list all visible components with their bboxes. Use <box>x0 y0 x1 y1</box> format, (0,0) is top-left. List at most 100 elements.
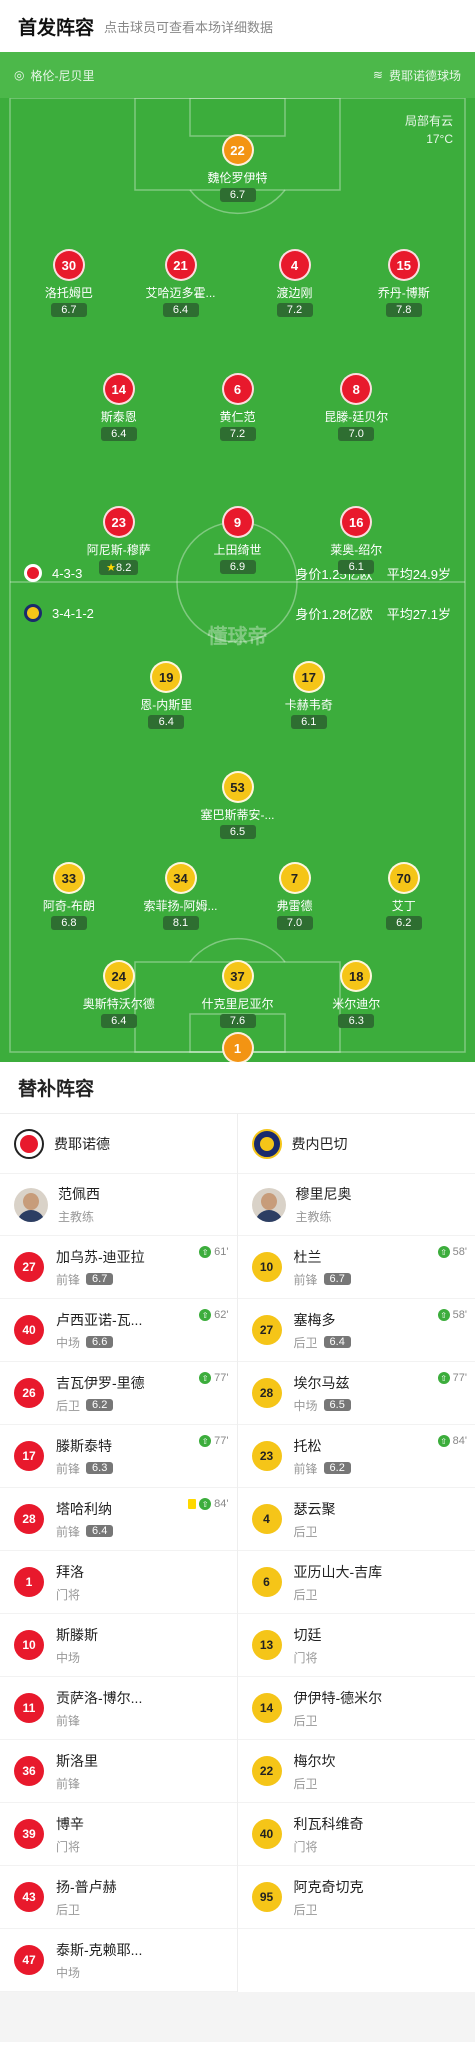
sub-player-row[interactable]: 1 拜洛 门将 <box>0 1551 237 1614</box>
sub-rating: 6.7 <box>323 1273 351 1285</box>
sub-in-minute: ⇧ 77' <box>199 1435 229 1447</box>
player-rating-value: 6.3 <box>348 1015 364 1027</box>
sub-position-line: 后卫 <box>294 1775 336 1792</box>
away-team-row[interactable]: 费内巴切 <box>237 1114 475 1174</box>
sub-info: 泰斯-克赖耶... 中场 <box>56 1940 142 1981</box>
sub-position: 门将 <box>293 1839 318 1854</box>
player[interactable]: 33 阿奇-布朗 6.8 <box>14 862 124 930</box>
player-rating-value: 6.1 <box>301 716 317 728</box>
sub-name: 斯洛里 <box>56 1752 98 1769</box>
sub-name: 梅尔坎 <box>293 1752 336 1769</box>
player-rating-value: 7.0 <box>286 917 303 929</box>
home-subs-column: 费耶诺德 范佩西 主教练 27 加乌苏-迪亚拉 前锋 6.7 ⇧ 61' 40 卢西亚诺-瓦.… <box>0 1114 238 1992</box>
player[interactable]: 70 艾丁 6.2 <box>349 862 459 930</box>
sub-info: 塞梅多 后卫 6.4 <box>294 1310 351 1351</box>
player[interactable]: 24 奥斯特沃尔德 6.4 <box>64 960 174 1028</box>
sub-player-row[interactable]: 39 博辛 门将 <box>0 1803 237 1866</box>
home-team-row[interactable]: 费耶诺德 <box>0 1114 237 1174</box>
sub-info: 斯滕斯 中场 <box>56 1625 98 1666</box>
player[interactable]: 6 黄仁范 7.2 <box>183 373 293 441</box>
sub-position: 后卫 <box>293 1776 318 1791</box>
player-rating-value: 7.8 <box>396 304 412 316</box>
sub-name: 埃尔马兹 <box>293 1374 350 1391</box>
sub-name: 塞梅多 <box>293 1311 336 1328</box>
sub-player-row[interactable]: 17 滕斯泰特 前锋 6.3 ⇧ 77' <box>0 1425 237 1488</box>
referee-icon: ◎ <box>14 68 25 82</box>
sub-player-row[interactable]: 36 斯洛里 前锋 <box>0 1740 237 1803</box>
weather-temperature: 17°C <box>426 132 453 146</box>
sub-position: 后卫 <box>293 1587 318 1602</box>
sub-position-line: 中场 6.5 <box>294 1397 351 1414</box>
sub-number: 22 <box>251 1756 282 1786</box>
sub-in-time: 77' <box>452 1372 467 1384</box>
player[interactable]: 4 渡边刚 7.2 <box>240 249 350 317</box>
sub-player-row[interactable]: 23 托松 前锋 6.2 ⇧ 84' <box>237 1425 475 1488</box>
sub-player-row[interactable]: 47 泰斯-克赖耶... 中场 <box>0 1929 237 1992</box>
sub-player-row[interactable]: 27 加乌苏-迪亚拉 前锋 6.7 ⇧ 61' <box>0 1236 237 1299</box>
player[interactable]: 8 昆滕-廷贝尔 7.0 <box>301 373 411 441</box>
sub-player-row[interactable]: 22 梅尔坎后卫 <box>237 1740 475 1803</box>
sub-player-row[interactable]: 28 塔哈利纳 前锋 6.4 ⇧ 84' <box>0 1488 237 1551</box>
player[interactable]: 37 什克里尼亚尔 7.6 <box>183 960 293 1028</box>
sub-name: 加乌苏-迪亚拉 <box>56 1248 145 1265</box>
coach-avatar <box>14 1187 48 1222</box>
sub-player-row[interactable]: 40 卢西亚诺-瓦... 中场 6.6 ⇧ 62' <box>0 1299 237 1362</box>
sub-player-row[interactable]: 11 贡萨洛-博尔... 前锋 <box>0 1677 237 1740</box>
sub-number: 27 <box>251 1315 282 1345</box>
player[interactable]: 7 弗雷德 7.0 <box>240 862 350 930</box>
sub-player-row[interactable]: 6 亚历山大-吉库 后卫 <box>237 1551 475 1614</box>
player-number: 19 <box>150 661 183 693</box>
sub-player-row[interactable]: 10 斯滕斯 中场 <box>0 1614 237 1677</box>
player-rating: 6.4 <box>148 715 185 729</box>
sub-player-row[interactable]: 43 扬-普卢赫 后卫 <box>0 1866 237 1929</box>
player[interactable]: 22 魏伦罗伊特 6.7 <box>183 134 293 202</box>
sub-player-row[interactable]: 27 塞梅多 后卫 6.4 ⇧ 58' <box>237 1299 475 1362</box>
player[interactable]: 18 米尔迪尔 6.3 <box>301 960 411 1028</box>
pitch: ◎ 格伦-尼贝里 ≋ 费耶诺德球场 局部有云 17°C 4-3-3 身价1.25… <box>0 52 475 1062</box>
player-name: 魏伦罗伊特 <box>207 171 268 185</box>
venue-bar: ◎ 格伦-尼贝里 ≋ 费耶诺德球场 <box>0 52 475 98</box>
player[interactable]: 14 斯泰恩 6.4 <box>64 373 174 441</box>
sub-rating: 6.7 <box>86 1273 114 1285</box>
sub-player-row[interactable]: 10 杜兰 前锋 6.7 ⇧ 58' <box>237 1236 475 1299</box>
sub-position: 前锋 <box>56 1524 81 1539</box>
player[interactable]: 9 上田绮世 6.9 <box>183 506 293 574</box>
sub-player-row[interactable]: 40 利瓦科维奇 门将 <box>237 1803 475 1866</box>
player[interactable]: 1埃格里巴亚特7.1 <box>183 1032 293 1062</box>
sub-player-row[interactable]: 26 吉瓦伊罗-里德 后卫 6.2 ⇧ 77' <box>0 1362 237 1425</box>
sub-player-row[interactable]: 4 瑟云聚 后卫 <box>237 1488 475 1551</box>
player-number: 23 <box>102 506 135 538</box>
player[interactable]: 15 乔丹-博斯 7.8 <box>349 249 459 317</box>
sub-position: 中场 <box>293 1398 318 1413</box>
player[interactable]: 21 艾哈迈多霍... 6.4 <box>126 249 236 317</box>
sub-number: 47 <box>14 1945 44 1975</box>
player-name: 阿尼斯-穆萨 <box>86 543 151 557</box>
player[interactable]: 34 索菲扬-阿姆... 8.1 <box>126 862 236 930</box>
sub-in-minute: ⇧ 61' <box>199 1246 229 1258</box>
player[interactable]: 23 阿尼斯-穆萨 ★8.2 <box>64 506 174 575</box>
sub-position: 后卫 <box>293 1524 318 1539</box>
sub-in-minute: ⇧ 58' <box>437 1246 467 1258</box>
player[interactable]: 16 莱奥-绍尔 6.1 <box>301 506 411 574</box>
sub-in-icon: ⇧ <box>199 1498 212 1510</box>
feyenoord-crest-icon <box>24 564 42 582</box>
sub-player-row[interactable]: 95 阿克奇切克 后卫 <box>237 1866 475 1929</box>
home-coach-row[interactable]: 范佩西 主教练 <box>0 1174 237 1236</box>
player[interactable]: 53 塞巴斯蒂安-... 6.5 <box>183 771 293 839</box>
player-number: 30 <box>52 249 85 281</box>
sub-in-time: 58' <box>452 1246 467 1258</box>
player[interactable]: 19 恩-内斯里 6.4 <box>111 661 221 729</box>
sub-position-line: 前锋 6.7 <box>294 1271 351 1288</box>
sub-player-row[interactable]: 14 伊伊特-德米尔 后卫 <box>237 1677 475 1740</box>
away-coach-row[interactable]: 穆里尼奥 主教练 <box>237 1174 475 1236</box>
sub-position-line: 门将 <box>294 1649 322 1666</box>
player-rating-value: 6.4 <box>111 1015 127 1027</box>
player[interactable]: 30 洛托姆巴 6.7 <box>14 249 124 317</box>
sub-player-row[interactable]: 28 埃尔马兹 中场 6.5 ⇧ 77' <box>237 1362 475 1425</box>
sub-number: 40 <box>14 1315 44 1345</box>
player-rating-value: 6.7 <box>229 189 246 201</box>
star-icon: ★ <box>106 562 117 574</box>
sub-number: 40 <box>251 1819 282 1849</box>
sub-player-row[interactable]: 13 切廷 门将 <box>237 1614 475 1677</box>
player[interactable]: 17 卡赫韦奇 6.1 <box>254 661 364 729</box>
